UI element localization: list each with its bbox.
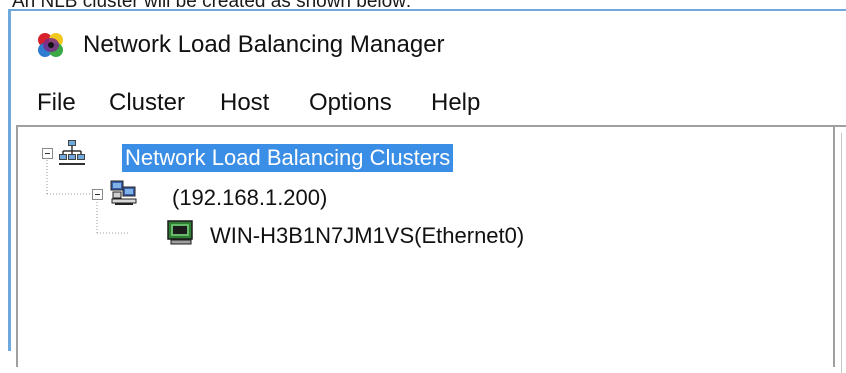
details-pane-inner [841, 133, 846, 373]
cluster-computers-icon [110, 180, 137, 205]
root-collapse-toggle[interactable] [42, 148, 53, 159]
menu-host[interactable]: Host [218, 87, 271, 119]
menu-cluster[interactable]: Cluster [107, 87, 187, 119]
menu-options[interactable]: Options [307, 87, 394, 119]
window-title: Network Load Balancing Manager [83, 31, 445, 58]
tree-node-nlb-clusters[interactable]: Network Load Balancing Clusters [122, 144, 454, 172]
nlb-app-icon [38, 33, 63, 57]
nlb-manager-window: Network Load Balancing Manager File Clus… [8, 9, 846, 373]
menu-help[interactable]: Help [429, 87, 482, 119]
menu-bar: File Cluster Host Options Help [11, 83, 846, 123]
details-pane[interactable] [833, 125, 846, 373]
tree-node-host[interactable]: WIN-H3B1N7JM1VS(Ethernet0) [210, 223, 524, 249]
cluster-collapse-toggle[interactable] [92, 189, 103, 200]
menu-file[interactable]: File [35, 87, 78, 119]
tree-view[interactable]: Network Load Balancing Clusters (192.168… [16, 125, 833, 367]
network-clusters-icon [59, 140, 85, 165]
host-computer-icon [167, 220, 193, 245]
title-bar[interactable]: Network Load Balancing Manager [11, 11, 846, 79]
tree-node-cluster[interactable]: (192.168.1.200) [172, 185, 327, 211]
